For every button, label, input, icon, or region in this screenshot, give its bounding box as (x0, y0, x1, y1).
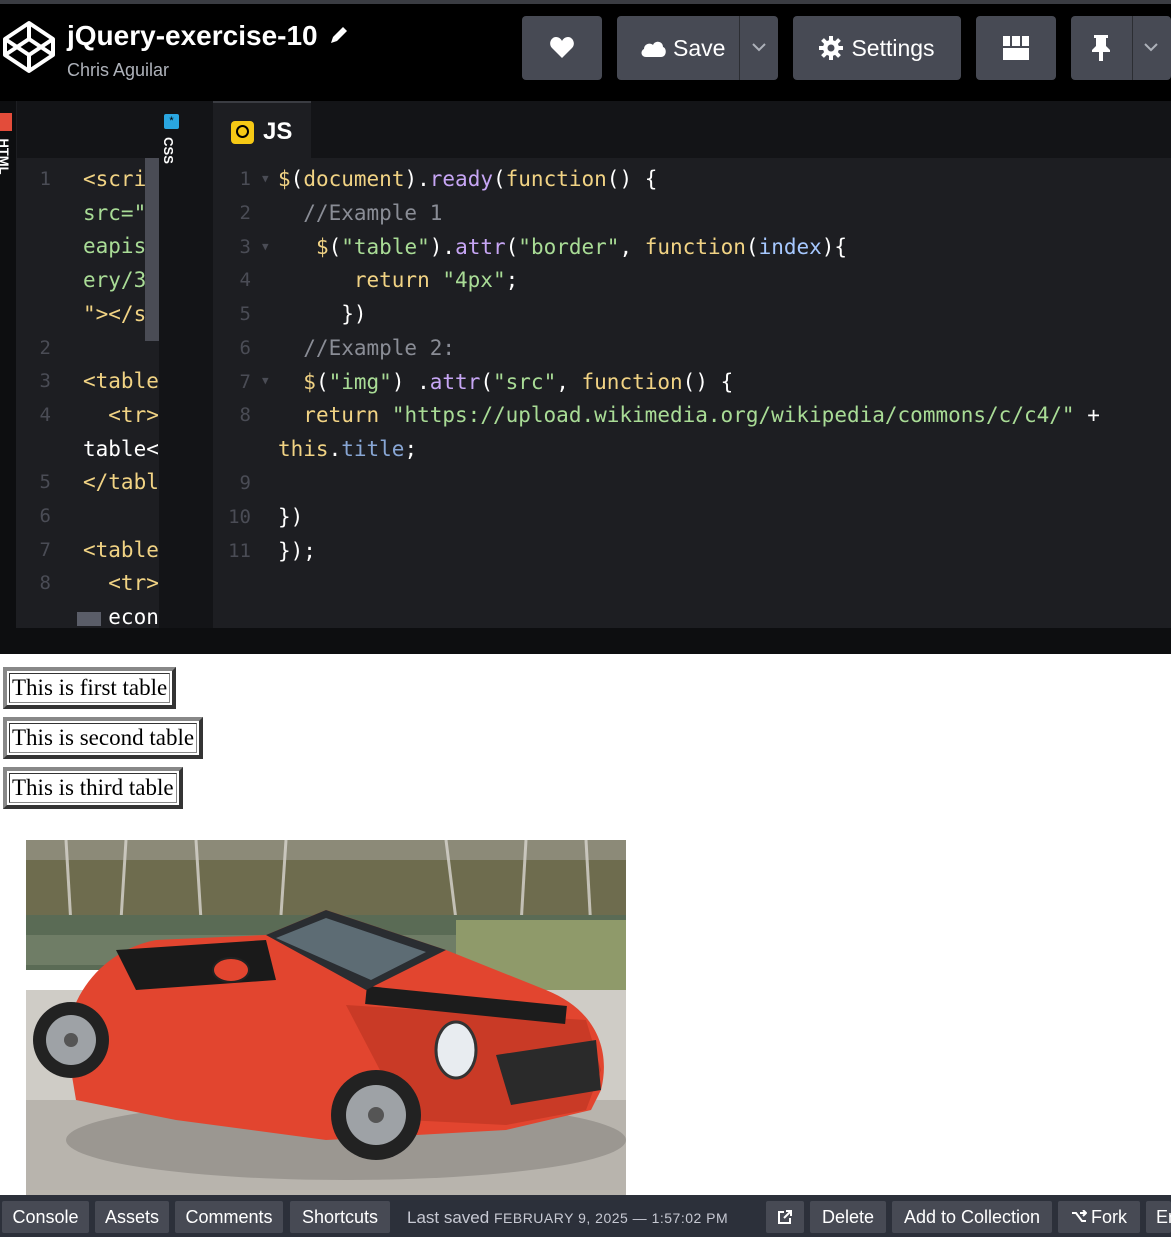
chevron-down-icon[interactable] (751, 41, 767, 53)
code-line: <table (83, 537, 159, 562)
code-line: }) (278, 505, 304, 529)
line-number: 5 (239, 303, 251, 325)
code-line: $("table").attr("border", function(index… (315, 235, 848, 259)
code-line: table< (83, 436, 159, 461)
line-number: 3 (239, 236, 251, 258)
css-icon: * (164, 114, 179, 129)
console-button[interactable]: Console (2, 1201, 89, 1233)
css-editor-collapsed-bar[interactable]: * CSS (159, 101, 186, 628)
table-cell: This is second table (9, 723, 198, 753)
html-editor-collapsed-bar[interactable]: HTML (0, 101, 16, 628)
code-line: src=" (83, 200, 147, 225)
shortcuts-button[interactable]: Shortcuts (290, 1201, 390, 1233)
layout-button[interactable] (976, 16, 1056, 80)
code-line: //Example 1 (278, 201, 443, 225)
code-line: "></s (83, 301, 147, 326)
code-line: ery/3 (83, 268, 147, 293)
assets-button[interactable]: Assets (95, 1201, 169, 1233)
editor-resize-bar[interactable] (0, 628, 1171, 654)
line-number: 8 (39, 572, 51, 595)
line-number: 4 (39, 403, 51, 426)
line-number: 2 (239, 202, 251, 224)
save-label: Save (673, 34, 726, 61)
comments-button[interactable]: Comments (175, 1201, 283, 1233)
js-icon (231, 121, 254, 144)
pin-icon (1092, 35, 1110, 61)
line-number: 9 (239, 472, 251, 494)
code-line: return "4px"; (353, 268, 519, 292)
code-line: this.title; (278, 437, 418, 461)
save-button[interactable]: Save (617, 16, 778, 80)
settings-button[interactable]: Settings (793, 16, 961, 80)
css-tab-label: CSS (160, 137, 176, 164)
line-number: 10 (228, 506, 251, 528)
last-saved-label: Last saved (407, 1208, 490, 1227)
layout-icon (1003, 36, 1029, 60)
line-number: 4 (239, 269, 251, 291)
code-line: $(document).ready(function() { (278, 167, 658, 191)
code-line: <tr> (83, 571, 159, 596)
external-link-icon (778, 1210, 792, 1224)
car-image (26, 840, 626, 1195)
open-external-button[interactable] (766, 1201, 804, 1233)
last-saved-status: Last saved FEBRUARY 9, 2025 — 1:57:02 PM (407, 1208, 728, 1228)
fork-label: Fork (1091, 1206, 1127, 1227)
line-number: 5 (39, 471, 51, 494)
html-icon (0, 113, 12, 131)
code-line: <table (83, 369, 159, 394)
code-line: }); (278, 539, 316, 563)
code-line: eapis (83, 234, 147, 259)
scrollbar-thumb[interactable] (145, 158, 159, 341)
code-line: <scri (83, 167, 147, 191)
line-number: 7 (239, 371, 251, 393)
pin-button[interactable] (1071, 16, 1171, 80)
code-line: }) (278, 302, 367, 326)
html-tab-label: HTML (0, 138, 12, 175)
js-code[interactable]: 1 2 3 4 5 6 7 8 9 10 11 ▼ ▼ ▼ $(document).ready(fu… (213, 158, 1171, 628)
cloud-icon (641, 41, 666, 57)
third-table: This is third table (3, 767, 183, 809)
line-number: 11 (228, 540, 251, 562)
codepen-logo-icon[interactable] (2, 20, 56, 74)
cursor-marker (77, 612, 101, 626)
line-number: 6 (39, 505, 51, 527)
line-number: 1 (239, 168, 251, 190)
code-line: <tr> (83, 402, 159, 427)
code-line: $("img") .attr("src", function() { (303, 370, 734, 394)
author-name[interactable]: Chris Aguilar (67, 60, 169, 81)
html-tab-area (17, 101, 159, 158)
add-to-collection-button[interactable]: Add to Collection (892, 1201, 1052, 1233)
line-number: 8 (239, 404, 251, 426)
first-table: This is first table (3, 667, 177, 709)
heart-button[interactable] (522, 16, 602, 80)
line-number: 3 (39, 370, 51, 393)
fork-button[interactable]: Fork (1058, 1201, 1140, 1233)
embed-button[interactable]: Er (1146, 1201, 1171, 1233)
editor-divider[interactable] (186, 101, 213, 628)
code-line: return "https://upload.wikimedia.org/wik… (303, 403, 1100, 427)
js-tab-label: JS (263, 118, 293, 145)
js-tab-bar (213, 101, 1171, 158)
table-cell: This is first table (9, 673, 171, 703)
line-number: 1 (39, 168, 51, 190)
html-code[interactable]: 1 <scri src=" eapis ery/3 "></s 2 3 <table 4 <tr>… (17, 158, 159, 628)
code-line: </tabl (83, 470, 159, 495)
heart-icon (550, 37, 574, 58)
js-tab[interactable]: JS (213, 101, 311, 158)
pencil-icon[interactable] (328, 24, 350, 46)
settings-label: Settings (851, 34, 935, 61)
last-saved-date: FEBRUARY 9, 2025 — 1:57:02 PM (493, 1210, 729, 1226)
table-cell: This is third table (9, 773, 177, 803)
line-number: 7 (39, 538, 51, 561)
pen-title[interactable]: jQuery-exercise-10 (67, 20, 318, 52)
second-table: This is second table (3, 717, 204, 759)
delete-button[interactable]: Delete (810, 1201, 886, 1233)
fork-icon (1072, 1210, 1087, 1222)
line-number: 2 (39, 336, 51, 359)
code-line: //Example 2: (278, 336, 456, 360)
chevron-down-icon[interactable] (1143, 41, 1159, 53)
line-number: 6 (239, 337, 251, 359)
gear-icon (819, 36, 844, 60)
